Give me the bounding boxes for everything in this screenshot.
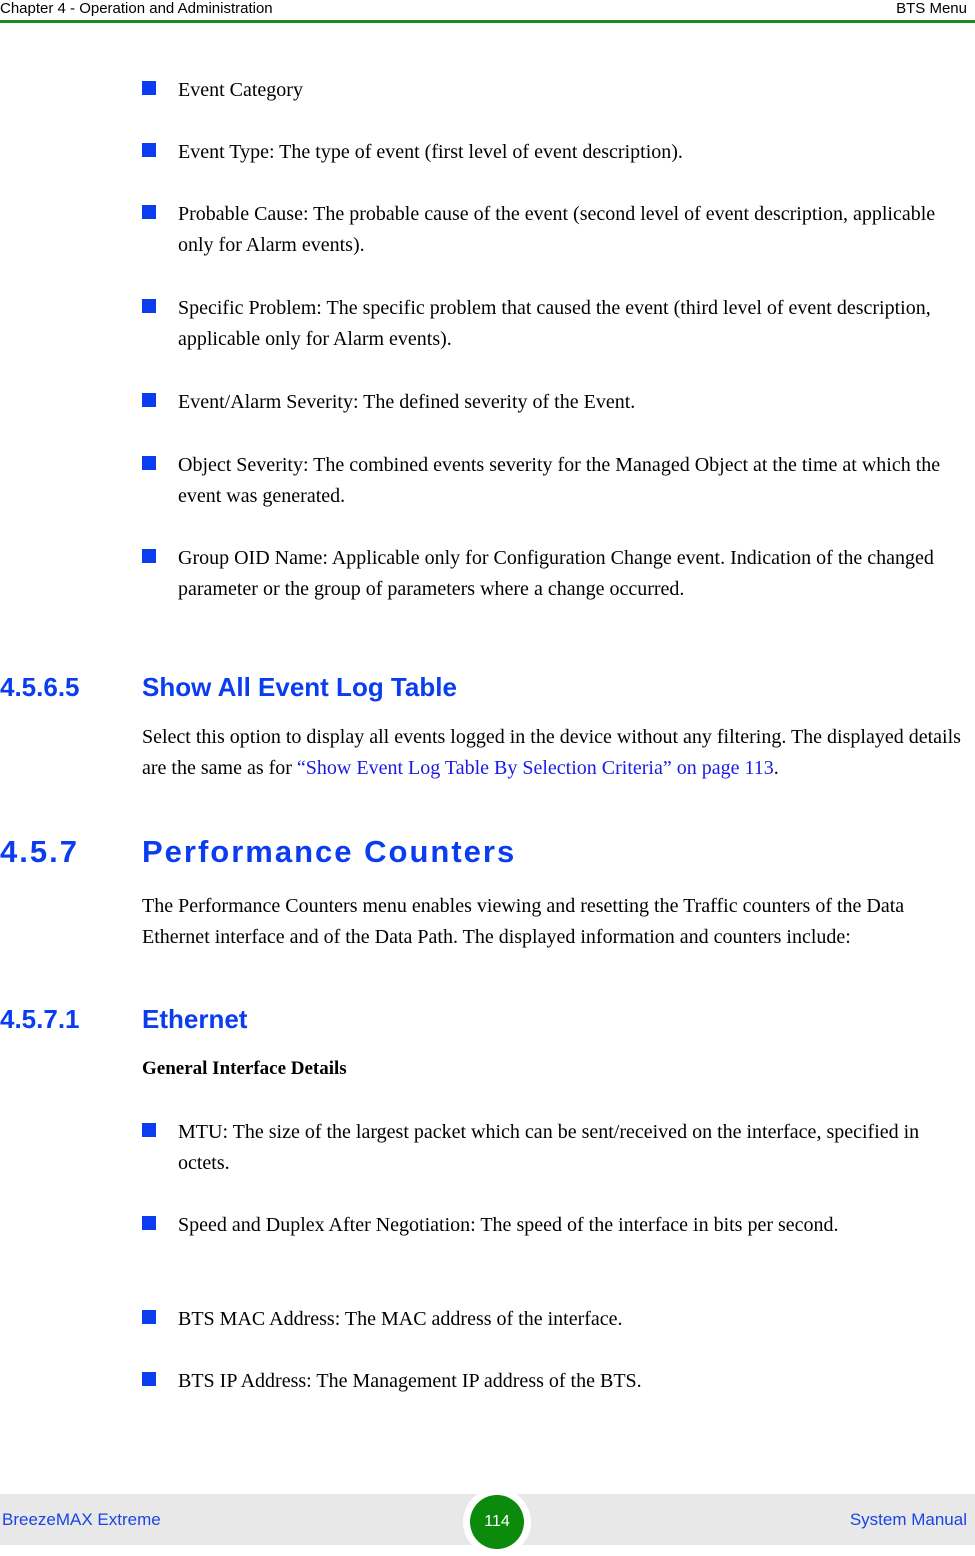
header-rule: [0, 20, 975, 23]
bullet-square-icon: [142, 393, 156, 407]
section-number: 4.5.6.5: [0, 672, 80, 702]
product-name: BreezeMAX Extreme: [2, 1510, 161, 1529]
bullet-square-icon: [142, 205, 156, 219]
cross-reference-link[interactable]: “Show Event Log Table By Selection Crite…: [297, 757, 774, 779]
subheading: General Interface Details: [142, 1058, 347, 1079]
section-number: 4.5.7: [0, 834, 79, 869]
bullet-square-icon: [142, 456, 156, 470]
section-4565-body: Select this option to display all events…: [142, 726, 961, 779]
bullet-square-icon: [142, 1216, 156, 1230]
bullet-square-icon: [142, 1372, 156, 1386]
section-title: Ethernet: [142, 1004, 248, 1034]
document-type: System Manual: [849, 1510, 967, 1529]
section-title: Show All Event Log Table: [142, 672, 457, 702]
bullet-square-icon: [142, 81, 156, 95]
page-header: Chapter 4 - Operation and Administration…: [0, 0, 975, 23]
bullet-square-icon: [142, 1123, 156, 1137]
section-number: 4.5.7.1: [0, 1004, 80, 1034]
bullet-square-icon: [142, 1310, 156, 1324]
bullet-square-icon: [142, 299, 156, 313]
page-footer: BreezeMAX Extreme 114 System Manual: [0, 1488, 975, 1556]
page-number-badge: 114: [470, 1495, 524, 1549]
chapter-title: Chapter 4 - Operation and Administration: [0, 0, 273, 17]
bullet-square-icon: [142, 549, 156, 563]
section-title: BTS Menu: [896, 0, 967, 17]
section-457-body: The Performance Counters menu enables vi…: [142, 895, 905, 948]
section-title: Performance Counters: [142, 834, 517, 869]
bullet-square-icon: [142, 143, 156, 157]
